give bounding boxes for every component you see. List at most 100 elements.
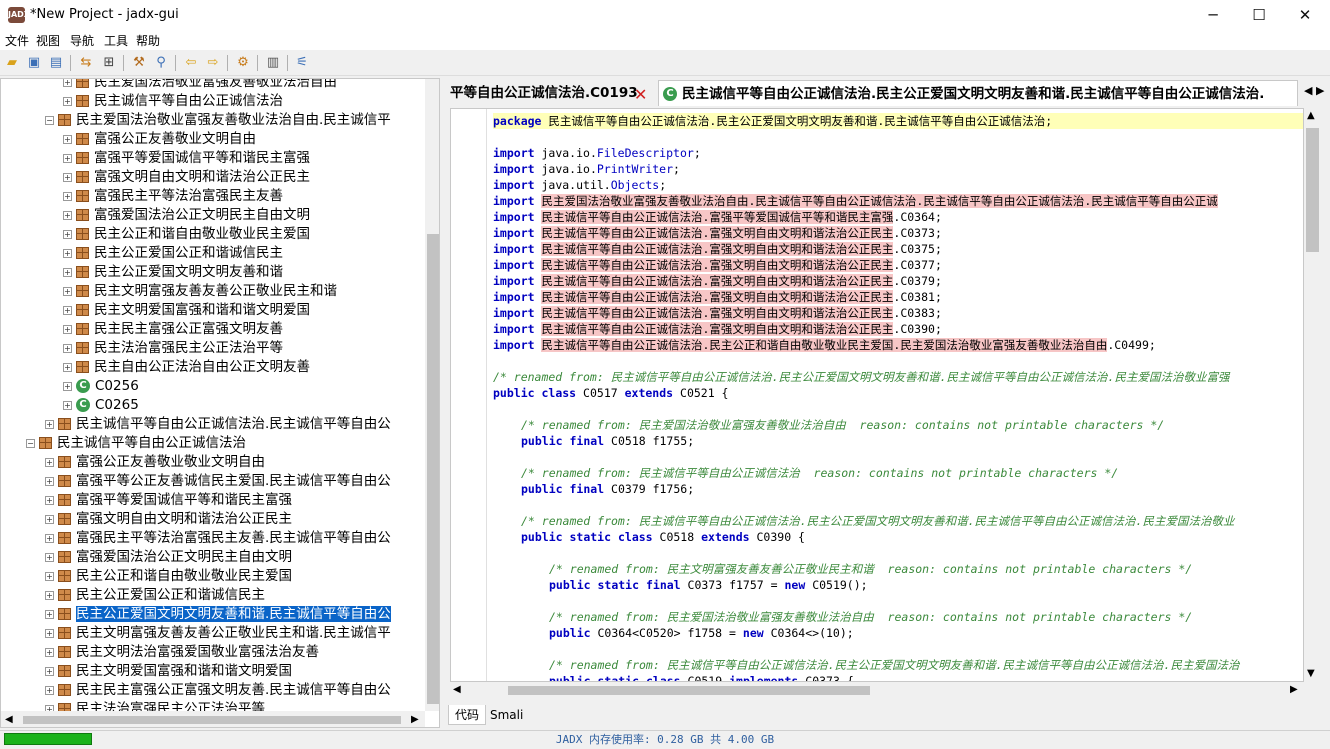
tree-node[interactable]: + 民主文明富强友善友善公正敬业民主和谐.民主诚信平	[45, 624, 391, 643]
tree-node[interactable]: + 富强文明自由文明和谐法治公正民主	[63, 168, 310, 187]
tree-node[interactable]: + 民主公正爱国公正和谐诚信民主	[45, 586, 265, 605]
expand-icon[interactable]: +	[45, 590, 54, 600]
expand-icon[interactable]: +	[45, 533, 54, 543]
project-tree[interactable]: + 民主爱国法治敬业富强友善敬业法治自由 + 民主诚信平等自由公正诚信法治 − 民主爱国法…	[0, 78, 440, 728]
tree-node[interactable]: + 民主公正爱国文明文明友善和谐.民主诚信平等自由公	[45, 605, 392, 624]
expand-icon[interactable]: +	[45, 476, 54, 486]
expand-icon[interactable]: −	[26, 438, 35, 448]
editor-horizontal-scroll-thumb[interactable]	[508, 686, 870, 695]
tree-node[interactable]: + 民主民主富强公正富强文明友善.民主诚信平等自由公	[45, 681, 391, 700]
expand-icon[interactable]: +	[63, 134, 72, 144]
search-class-icon[interactable]: ⚲	[152, 54, 170, 72]
close-tab-icon[interactable]: ✕	[634, 85, 647, 104]
tree-node[interactable]: + 富强爱国法治公正文明民主自由文明	[45, 548, 292, 567]
flatten-icon[interactable]: ⊞	[100, 54, 118, 72]
expand-icon[interactable]: +	[45, 647, 54, 657]
tree-node[interactable]: + 富强文明自由文明和谐法治公正民主	[45, 510, 292, 529]
expand-icon[interactable]: +	[63, 79, 72, 87]
forward-icon[interactable]: ⇨	[204, 54, 222, 72]
tree-node[interactable]: + 富强民主平等法治富强民主友善.民主诚信平等自由公	[45, 529, 391, 548]
expand-icon[interactable]: +	[63, 210, 72, 220]
tree-node[interactable]: + 民主诚信平等自由公正诚信法治	[63, 92, 283, 111]
menu-help[interactable]: 帮助	[136, 32, 160, 49]
tree-node[interactable]: + 富强公正友善敬业文明自由	[63, 130, 256, 149]
tab-c0193[interactable]: 平等自由公正诚信法治.C0193	[446, 80, 654, 106]
tree-vertical-scroll-thumb[interactable]	[427, 234, 439, 704]
expand-icon[interactable]: +	[63, 305, 72, 315]
scroll-left-icon[interactable]: ◀	[5, 714, 13, 725]
expand-icon[interactable]: +	[63, 248, 72, 258]
tree-node[interactable]: + 民主自由公正法治自由公正文明友善	[63, 358, 310, 377]
tree-node[interactable]: + 富强公正友善敬业敬业文明自由	[45, 453, 265, 472]
expand-icon[interactable]: +	[63, 381, 72, 391]
tree-node[interactable]: + 富强平等爱国诚信平等和谐民主富强	[63, 149, 310, 168]
tree-node[interactable]: + 富强民主平等法治富强民主友善	[63, 187, 283, 206]
minimize-button[interactable]: ─	[1190, 0, 1236, 30]
expand-icon[interactable]: +	[45, 495, 54, 505]
expand-icon[interactable]: +	[45, 419, 54, 429]
scroll-up-icon[interactable]: ▲	[1307, 110, 1315, 121]
tree-node[interactable]: − 民主诚信平等自由公正诚信法治	[26, 434, 246, 453]
expand-icon[interactable]: −	[45, 115, 54, 125]
expand-icon[interactable]: +	[45, 552, 54, 562]
expand-icon[interactable]: +	[45, 514, 54, 524]
search-text-icon[interactable]: ⚒	[130, 54, 148, 72]
expand-icon[interactable]: +	[45, 571, 54, 581]
tree-node[interactable]: + 民主诚信平等自由公正诚信法治.民主诚信平等自由公	[45, 415, 391, 434]
tab-code[interactable]: 代码	[448, 705, 487, 725]
menu-navigate[interactable]: 导航	[70, 32, 94, 49]
decompile-icon[interactable]: ⚙	[234, 54, 252, 72]
scroll-right-icon[interactable]: ▶	[411, 714, 419, 725]
tree-node[interactable]: + 民主公正爱国公正和谐诚信民主	[63, 244, 283, 263]
sync-icon[interactable]: ⇆	[77, 54, 95, 72]
scroll-down-icon[interactable]: ▼	[1307, 668, 1315, 679]
expand-icon[interactable]: +	[63, 286, 72, 296]
menu-tools[interactable]: 工具	[104, 32, 128, 49]
tree-node[interactable]: + 民主公正爱国文明文明友善和谐	[63, 263, 283, 282]
preferences-icon[interactable]: ⚟	[293, 54, 311, 72]
expand-icon[interactable]: +	[63, 153, 72, 163]
back-icon[interactable]: ⇦	[182, 54, 200, 72]
tree-node[interactable]: + C C0265	[63, 396, 139, 415]
tree-node[interactable]: + 民主爱国法治敬业富强友善敬业法治自由	[63, 79, 337, 92]
scroll-left-icon[interactable]: ◀	[453, 684, 461, 695]
expand-icon[interactable]: +	[63, 362, 72, 372]
expand-icon[interactable]: +	[63, 96, 72, 106]
open-folder-icon[interactable]: ▰	[3, 54, 21, 72]
expand-icon[interactable]: +	[63, 191, 72, 201]
tab-scroll-left-icon[interactable]: ◀	[1304, 84, 1312, 97]
tree-node[interactable]: + C C0256	[63, 377, 139, 396]
code-editor[interactable]: package 民主诚信平等自由公正诚信法治.民主公正爱国文明文明友善和谐.民主…	[450, 108, 1304, 682]
expand-icon[interactable]: +	[63, 324, 72, 334]
tree-horizontal-scroll-thumb[interactable]	[23, 716, 401, 724]
menu-view[interactable]: 视图	[36, 32, 60, 49]
tree-node[interactable]: + 民主公正和谐自由敬业敬业民主爱国	[63, 225, 310, 244]
tree-node[interactable]: + 富强平等爱国诚信平等和谐民主富强	[45, 491, 292, 510]
maximize-button[interactable]: ☐	[1236, 0, 1282, 30]
tree-node[interactable]: + 富强爱国法治公正文明民主自由文明	[63, 206, 310, 225]
tree-node[interactable]: + 民主文明爱国富强和谐和谐文明爱国	[45, 662, 292, 681]
menu-file[interactable]: 文件	[5, 32, 29, 49]
expand-icon[interactable]: +	[45, 609, 54, 619]
tree-node[interactable]: + 民主法治富强民主公正法治平等	[63, 339, 283, 358]
log-icon[interactable]: ▥	[264, 54, 282, 72]
expand-icon[interactable]: +	[45, 666, 54, 676]
expand-icon[interactable]: +	[45, 628, 54, 638]
expand-icon[interactable]: +	[63, 229, 72, 239]
tab-smali[interactable]: Smali	[484, 705, 529, 725]
expand-icon[interactable]: +	[63, 400, 72, 410]
tree-node[interactable]: + 民主文明富强友善友善公正敬业民主和谐	[63, 282, 337, 301]
tree-node[interactable]: + 民主文明法治富强爱国敬业富强法治友善	[45, 643, 319, 662]
add-files-icon[interactable]: ▣	[25, 54, 43, 72]
save-all-icon[interactable]: ▤	[47, 54, 65, 72]
editor-vertical-scroll-thumb[interactable]	[1306, 128, 1319, 252]
tree-node[interactable]: + 民主民主富强公正富强文明友善	[63, 320, 283, 339]
tree-node[interactable]: + 民主公正和谐自由敬业敬业民主爱国	[45, 567, 292, 586]
tab-active[interactable]: C 民主诚信平等自由公正诚信法治.民主公正爱国文明文明友善和谐.民主诚信平等自由公…	[658, 80, 1298, 106]
close-button[interactable]: ✕	[1282, 0, 1328, 30]
expand-icon[interactable]: +	[63, 267, 72, 277]
expand-icon[interactable]: +	[63, 172, 72, 182]
scroll-right-icon[interactable]: ▶	[1290, 684, 1298, 695]
expand-icon[interactable]: +	[45, 457, 54, 467]
tree-node[interactable]: − 民主爱国法治敬业富强友善敬业法治自由.民主诚信平	[45, 111, 391, 130]
